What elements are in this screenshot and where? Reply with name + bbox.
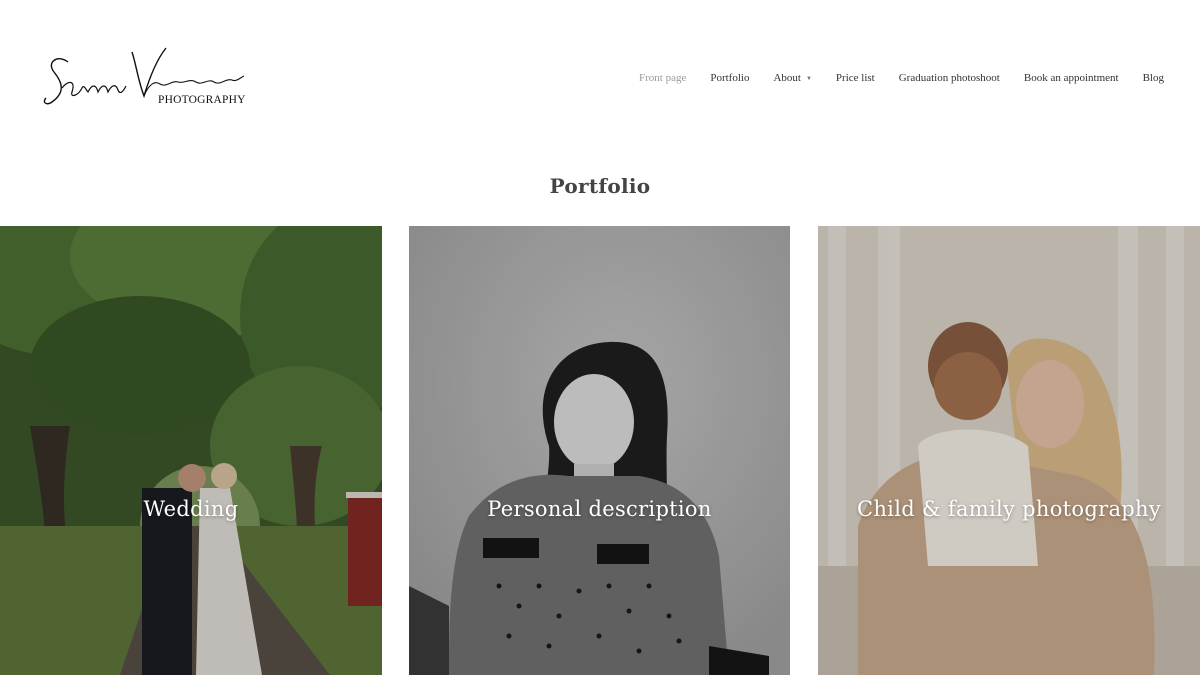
tile-label-child-family: Child & family photography [856, 497, 1161, 521]
logo-subtitle: PHOTOGRAPHY [158, 94, 246, 106]
nav-item-portfolio[interactable]: Portfolio [710, 72, 749, 84]
chevron-down-icon: ▼ [805, 76, 812, 82]
portfolio-tile-child-family[interactable]: Child & family photography [818, 226, 1200, 675]
main-nav: Front page Portfolio About ▼ Price list … [615, 72, 1164, 84]
nav-item-graduation-photoshoot[interactable]: Graduation photoshoot [899, 72, 1000, 84]
tile-label-wedding: Wedding [143, 497, 239, 521]
nav-item-label: Front page [638, 72, 687, 84]
site-logo[interactable]: PHOTOGRAPHY [40, 40, 250, 115]
nav-item-label: Portfolio [710, 72, 750, 84]
tile-label-personal-description: Personal description [487, 497, 712, 521]
portfolio-tile-personal-description[interactable]: Personal description [409, 226, 790, 675]
nav-item-blog[interactable]: Blog [1143, 72, 1164, 84]
nav-item-label: Blog [1142, 72, 1164, 84]
portfolio-tile-wedding[interactable]: Wedding [0, 226, 382, 675]
nav-item-book-appointment[interactable]: Book an appointment [1024, 72, 1119, 84]
nav-item-label: Book an appointment [1023, 72, 1119, 84]
nav-item-front-page[interactable]: Front page [639, 72, 686, 84]
page-title: Portfolio [549, 174, 651, 198]
nav-item-about[interactable]: About ▼ [773, 72, 811, 84]
wedding-photo [0, 226, 382, 675]
family-photo [818, 226, 1200, 675]
nav-item-label: Graduation photoshoot [898, 72, 1000, 84]
nav-item-label: Price list [835, 72, 875, 84]
portrait-photo [409, 226, 790, 675]
nav-item-label: About [773, 72, 801, 84]
nav-item-price-list[interactable]: Price list [836, 72, 875, 84]
